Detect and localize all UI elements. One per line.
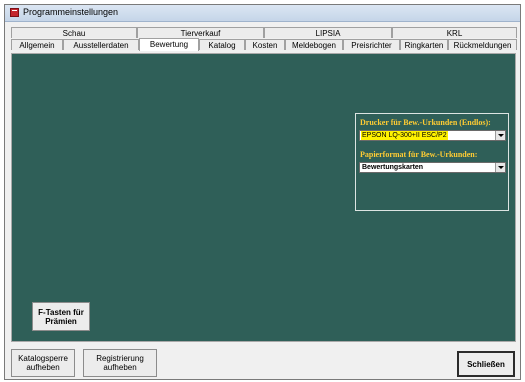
unlock-registration-line1: Registrierung xyxy=(96,354,144,363)
tab-tierverkauf[interactable]: Tierverkauf xyxy=(137,27,264,38)
f-keys-button-line2: Prämien xyxy=(45,316,77,326)
tab-kosten[interactable]: Kosten xyxy=(245,39,285,50)
paper-format-select[interactable]: Bewertungskarten xyxy=(359,162,506,173)
f-keys-button-line1: F-Tasten für xyxy=(38,307,84,317)
tab-meldebogen[interactable]: Meldebogen xyxy=(285,39,343,50)
tab-bewertung[interactable]: Bewertung xyxy=(139,38,199,51)
printer-select-value: EPSON LQ-300+II ESC/P2 xyxy=(361,131,448,140)
bewertung-panel: Drucker für Bew.-Urkunden (Endlos): EPSO… xyxy=(11,53,516,342)
tab-allgemein[interactable]: Allgemein xyxy=(11,39,63,50)
tab-schau[interactable]: Schau xyxy=(11,27,137,38)
window-title: Programmeinstellungen xyxy=(23,7,119,17)
unlock-registration-button[interactable]: Registrierung aufheben xyxy=(83,349,157,377)
chevron-down-icon[interactable] xyxy=(495,131,505,140)
close-button[interactable]: Schließen xyxy=(457,351,515,377)
tab-rueckmeldungen[interactable]: Rückmeldungen xyxy=(448,39,517,50)
tab-katalog[interactable]: Katalog xyxy=(199,39,245,50)
printer-label: Drucker für Bew.-Urkunden (Endlos): xyxy=(360,118,491,127)
paper-format-value: Bewertungskarten xyxy=(362,164,424,171)
tab-krl[interactable]: KRL xyxy=(392,27,517,38)
tab-ringkarten[interactable]: Ringkarten xyxy=(400,39,448,50)
printer-select[interactable]: EPSON LQ-300+II ESC/P2 xyxy=(359,130,506,141)
title-bar[interactable]: Programmeinstellungen xyxy=(5,5,520,22)
unlock-registration-line2: aufheben xyxy=(103,363,137,372)
unlock-catalog-button[interactable]: Katalogsperre aufheben xyxy=(11,349,75,377)
settings-window: Programmeinstellungen Schau Tierverkauf … xyxy=(4,4,521,380)
tab-preisrichter[interactable]: Preisrichter xyxy=(343,39,400,50)
paper-format-label: Papierformat für Bew.-Urkunden: xyxy=(360,150,478,159)
tab-lipsia[interactable]: LIPSIA xyxy=(264,27,392,38)
f-keys-premiums-button[interactable]: F-Tasten für Prämien xyxy=(32,302,90,331)
unlock-catalog-line1: Katalogsperre xyxy=(18,354,68,363)
tab-row-top: Schau Tierverkauf LIPSIA KRL xyxy=(9,27,517,38)
printer-settings-group: Drucker für Bew.-Urkunden (Endlos): EPSO… xyxy=(355,113,509,211)
chevron-down-icon[interactable] xyxy=(495,163,505,172)
tab-ausstellerdaten[interactable]: Ausstellerdaten xyxy=(63,39,139,50)
unlock-catalog-line2: aufheben xyxy=(26,363,60,372)
tab-row-bottom: Allgemein Ausstellerdaten Bewertung Kata… xyxy=(9,38,517,51)
close-button-label: Schließen xyxy=(467,359,505,369)
app-icon xyxy=(10,8,19,17)
